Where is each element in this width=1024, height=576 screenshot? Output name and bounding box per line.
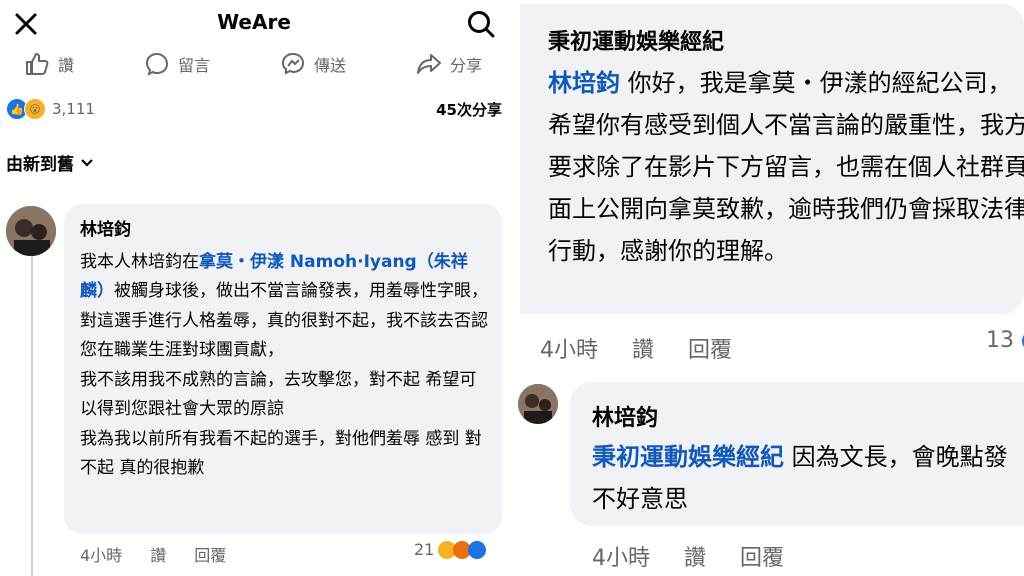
comment-label: 留言 <box>178 56 211 75</box>
like-reaction-icon <box>468 540 487 559</box>
avatar[interactable] <box>518 384 558 424</box>
comment-bubble: 林培鈞 我本人林培鈞在拿莫・伊漾 Namoh·Iyang（朱祥麟）被觸身球後，做… <box>64 204 502 534</box>
send-label: 傳送 <box>314 56 347 75</box>
reaction-count: 3,111 <box>52 100 95 118</box>
comment-like-button[interactable]: 讚 <box>632 332 654 364</box>
comment-reactions[interactable]: 13 <box>986 328 1024 353</box>
mention-link[interactable]: 林培鈞 <box>548 69 620 97</box>
comment-paragraph-2: 我不該用我不成熟的言論，去攻擊您，對不起 希望可以得到您跟社會大眾的原諒 <box>80 369 477 420</box>
comment-paragraph-3: 我為我以前所有我看不起的選手，對他們羞辱 感到 對不起 真的很抱歉 <box>80 428 482 479</box>
comment-body: 秉初運動娛樂經紀 因為文長，會晚點發 不好意思 <box>592 436 1012 520</box>
share-button[interactable]: 分享 <box>416 50 482 78</box>
comment-text-part: 我本人林培鈞在 <box>80 251 199 272</box>
left-screenshot-panel: WeAre 讚 留言 傳送 分享 👍 😮 3,111 45次分享 由新到舊 林培… <box>0 0 508 576</box>
share-arrow-icon <box>417 54 441 74</box>
search-icon[interactable] <box>466 9 496 39</box>
share-count[interactable]: 45次分享 <box>436 99 502 120</box>
comment-meta: 4小時 讚 回覆 <box>540 332 732 364</box>
post-action-bar: 讚 留言 傳送 分享 <box>0 50 508 80</box>
comment-author[interactable]: 林培鈞 <box>592 400 658 432</box>
comment-author[interactable]: 秉初運動娛樂經紀 <box>548 24 724 56</box>
messenger-icon <box>281 52 305 75</box>
comment-text: 你好，我是拿莫・伊漾的經紀公司，希望你有感受到個人不當言論的嚴重性，我方要求除了… <box>548 69 1024 265</box>
comment-bubble-icon <box>145 52 169 76</box>
comment-body: 林培鈞 我本人林培鈞在拿莫・伊漾 Namoh·Iyang（朱祥麟）被觸身球後，做… <box>80 216 492 484</box>
comment-reply-button[interactable]: 回覆 <box>740 540 784 572</box>
chevron-down-icon <box>81 158 93 167</box>
comment-time: 4小時 <box>592 546 650 571</box>
reply-bubble: 林培鈞 秉初運動娛樂經紀 因為文長，會晚點發 不好意思 <box>570 382 1024 526</box>
comment-button[interactable]: 留言 <box>144 50 210 78</box>
comment-time: 4小時 <box>540 338 598 363</box>
right-screenshot-panel: 秉初運動娛樂經紀 林培鈞 你好，我是拿莫・伊漾的經紀公司，希望你有感受到個人不當… <box>512 0 1024 576</box>
comment-reaction-count: 21 <box>414 540 435 559</box>
sort-dropdown[interactable]: 由新到舊 <box>6 150 94 175</box>
send-button[interactable]: 傳送 <box>280 50 346 78</box>
like-label: 讚 <box>58 56 75 75</box>
comment-author[interactable]: 林培鈞 <box>80 216 492 246</box>
app-title: WeAre <box>217 10 291 34</box>
comment-like-button[interactable]: 讚 <box>684 540 706 572</box>
comment-meta: 4小時 讚 回覆 <box>80 542 226 566</box>
comment-body: 林培鈞 你好，我是拿莫・伊漾的經紀公司，希望你有感受到個人不當言論的嚴重性，我方… <box>548 62 1024 272</box>
comment-bubble: 秉初運動娛樂經紀 林培鈞 你好，我是拿莫・伊漾的經紀公司，希望你有感受到個人不當… <box>520 4 1024 314</box>
sort-label: 由新到舊 <box>6 155 74 175</box>
comment-reactions[interactable]: 21 <box>414 540 487 559</box>
share-label: 分享 <box>450 56 483 75</box>
like-button[interactable]: 讚 <box>24 50 74 78</box>
avatar[interactable] <box>6 206 56 256</box>
comment-reaction-count: 13 <box>986 328 1014 353</box>
comment-like-button[interactable]: 讚 <box>150 542 166 566</box>
reaction-summary[interactable]: 👍 😮 3,111 <box>6 97 95 121</box>
comment-reply-button[interactable]: 回覆 <box>194 542 226 566</box>
thread-line <box>31 256 33 576</box>
comment-paragraph-1: 我本人林培鈞在拿莫・伊漾 Namoh·Iyang（朱祥麟）被觸身球後，做出不當言… <box>80 248 492 366</box>
comment-text-part: 被觸身球後，做出不當言論發表，用羞辱性字眼，對這選手進行人格羞辱，真的很對不起，… <box>80 281 488 360</box>
top-bar: WeAre <box>0 0 508 48</box>
mention-link[interactable]: 秉初運動娛樂經紀 <box>592 443 784 471</box>
wow-reaction-icon: 😮 <box>24 98 46 120</box>
comment-meta: 4小時 讚 回覆 <box>592 540 784 572</box>
comment-reply-button[interactable]: 回覆 <box>688 332 732 364</box>
thumbs-up-icon <box>26 53 49 75</box>
comment-time: 4小時 <box>80 546 123 565</box>
